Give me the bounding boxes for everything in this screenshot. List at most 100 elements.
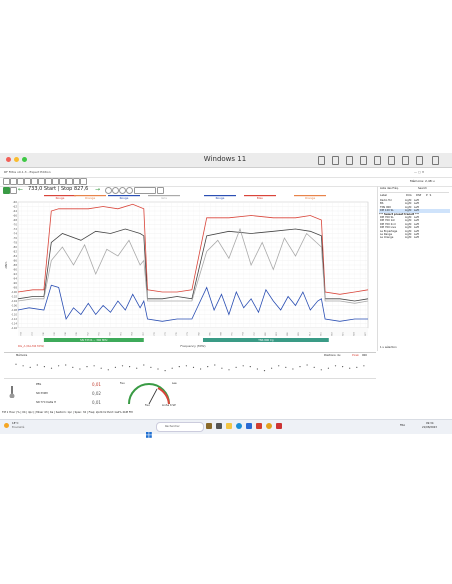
strip-point <box>320 369 322 371</box>
new-icon[interactable] <box>3 178 10 185</box>
strip-point <box>164 370 166 372</box>
save-icon[interactable] <box>17 178 24 185</box>
header-dua[interactable]: DUA <box>405 194 415 197</box>
export-icon[interactable] <box>52 178 59 185</box>
strip-point <box>143 364 145 366</box>
spectrum-chart-svg: -60-62-64-66-68-70-72-74-76-78-80-82-84-… <box>4 195 369 348</box>
strip-point <box>363 365 365 367</box>
step-forward-icon[interactable] <box>119 187 126 194</box>
forward-arrow-icon[interactable]: → <box>95 186 100 193</box>
series-color-label: Orange <box>305 196 316 200</box>
x-tick-band <box>18 328 368 336</box>
strip-point <box>93 365 95 367</box>
mac-title-bar: Windows 11 <box>0 153 452 168</box>
usb-icon[interactable] <box>346 156 353 165</box>
file-explorer-icon[interactable] <box>226 423 232 429</box>
strip-point <box>50 367 53 369</box>
options-icon[interactable] <box>157 187 164 194</box>
strip-point <box>207 366 209 368</box>
print-icon[interactable] <box>66 178 73 185</box>
x-tick-label: 755 <box>98 332 100 335</box>
refresh-icon[interactable] <box>24 178 31 185</box>
y-tick-label: -80 <box>13 245 18 249</box>
strip-point <box>306 364 308 366</box>
printer-icon[interactable] <box>360 156 367 165</box>
y-tick-label: -60 <box>13 200 18 204</box>
list-item[interactable]: Le Orange Light Left <box>379 236 450 239</box>
weather-desc[interactable]: Ensoleillé <box>12 426 24 429</box>
speaker-icon[interactable] <box>402 156 409 165</box>
strip-point <box>285 366 287 368</box>
header-s[interactable]: S <box>429 194 433 197</box>
strip-divider <box>4 352 376 353</box>
play-icon[interactable] <box>3 187 10 194</box>
taskbar-search-box[interactable]: Rechercher <box>156 422 204 432</box>
clock-date[interactable]: 21/08/2023 <box>422 426 437 429</box>
panel-divider <box>380 192 449 193</box>
open-icon[interactable] <box>10 178 17 185</box>
record-icon[interactable] <box>126 187 133 194</box>
x-tick-label: 773 <box>165 332 167 335</box>
header-label[interactable]: Label <box>379 194 405 197</box>
strip-point <box>228 369 230 371</box>
strip-point <box>292 368 294 370</box>
device-icon[interactable] <box>318 156 325 165</box>
help-icon[interactable] <box>80 178 87 185</box>
strip-point <box>129 366 131 368</box>
y-tick-label: -92 <box>13 272 18 276</box>
close-window-button[interactable] <box>6 157 11 162</box>
strip-point <box>72 366 74 368</box>
zoom-icon[interactable] <box>31 178 38 185</box>
zoom-window-button[interactable] <box>22 157 27 162</box>
edge-icon[interactable] <box>236 423 242 429</box>
panel-footer: 1 u sélection <box>380 346 397 349</box>
strip-point <box>22 365 24 367</box>
app-window: RF Filtre v0.1.3 - Expert Edition — ▢ ✕ … <box>0 168 452 419</box>
panel-search-label[interactable]: Search <box>418 187 427 190</box>
strip-point <box>299 366 301 368</box>
y-tick-label: -64 <box>13 209 18 213</box>
strip-point <box>157 368 159 370</box>
preset-dropdown[interactable] <box>134 187 156 194</box>
share-icon[interactable] <box>416 156 423 165</box>
y-tick-label: -106 <box>11 304 17 308</box>
sn-330m-label: SN 330M <box>36 392 48 395</box>
back-arrow-icon[interactable]: ← <box>18 186 23 193</box>
chrome-icon[interactable] <box>266 423 272 429</box>
strip-point <box>200 368 202 370</box>
store-icon[interactable] <box>246 423 252 429</box>
step-icon[interactable] <box>112 187 119 194</box>
pause-icon[interactable] <box>10 187 17 194</box>
y-tick-label: -68 <box>13 218 18 222</box>
y-tick-label: -110 <box>11 313 17 317</box>
layout-icon[interactable] <box>73 178 80 185</box>
window-controls-label: — ▢ ✕ <box>414 170 425 174</box>
step-back-icon[interactable] <box>105 187 112 194</box>
weather-icon[interactable] <box>4 423 9 428</box>
app-icon-3[interactable] <box>276 423 282 429</box>
frequency-range-input[interactable]: 733,0 Start | Stop 827,6 <box>28 186 88 192</box>
y-tick-label: -76 <box>13 236 18 240</box>
camera-icon[interactable] <box>388 156 395 165</box>
language-indicator[interactable]: FRA <box>400 424 405 427</box>
strip-point <box>327 367 329 369</box>
app-icon-1[interactable] <box>206 423 212 429</box>
app-icon-2[interactable] <box>256 423 262 429</box>
chart-icon[interactable] <box>59 178 66 185</box>
clock-time[interactable]: 09:34 <box>426 422 433 425</box>
x-tick-label: 767 <box>143 332 145 335</box>
marker-icon[interactable] <box>38 178 45 185</box>
x-tick-label: 821 <box>343 332 345 335</box>
x-tick-label: 752 <box>87 332 89 335</box>
windows-start-icon[interactable] <box>146 423 152 438</box>
mic-icon[interactable] <box>374 156 381 165</box>
settings-icon[interactable] <box>432 156 439 165</box>
task-view-icon[interactable] <box>216 423 222 429</box>
weather-temp[interactable]: 18°C <box>12 422 18 425</box>
header-dsp[interactable]: DSP <box>415 194 425 197</box>
filter-icon[interactable] <box>45 178 52 185</box>
phone-icon[interactable] <box>332 156 339 165</box>
frequency-list-table: Label DUA DSP P S <box>379 194 432 197</box>
minimize-window-button[interactable] <box>14 157 19 162</box>
value-2: 0,02 <box>92 391 101 396</box>
